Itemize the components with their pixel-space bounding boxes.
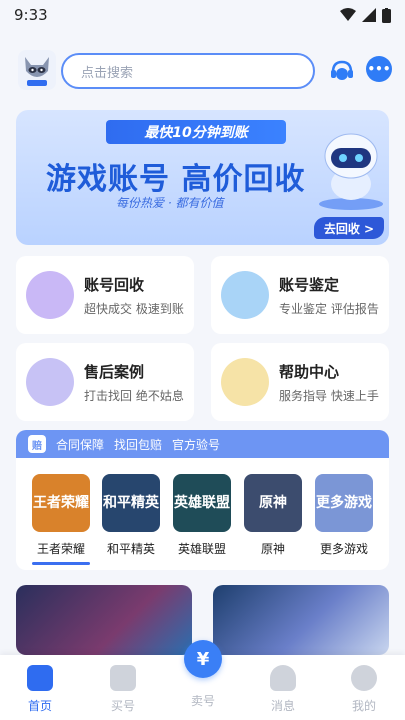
- search-placeholder: 点击搜索: [81, 65, 134, 81]
- service-subtitle: 服务指导 快速上手: [279, 389, 379, 403]
- banner-subtitle: 每份热爱 · 都有价值: [116, 196, 224, 210]
- game-tile: 和平精英: [102, 474, 160, 532]
- tab-label: 卖号: [190, 694, 215, 708]
- buy-icon: [110, 665, 136, 691]
- game-selected-indicator: [32, 562, 90, 565]
- document-check-icon: [26, 358, 74, 406]
- guarantee-item: 找回包赔: [114, 437, 163, 452]
- game-tile: 英雄联盟: [173, 474, 231, 532]
- home-icon: [27, 665, 53, 691]
- app-logo[interactable]: [18, 50, 56, 90]
- games-section: 赔 合同保障 找回包赔 官方验号 王者荣耀 王者荣耀 和平精英 和平精英 英雄联…: [16, 430, 389, 570]
- status-bar: 9:33: [0, 0, 405, 30]
- game-name: 王者荣耀: [36, 542, 85, 556]
- tab-label: 买号: [110, 699, 135, 713]
- game-tile: 王者荣耀: [32, 474, 90, 532]
- customer-service-icon[interactable]: [328, 58, 356, 86]
- chat-bubble-icon[interactable]: •••: [366, 56, 392, 82]
- status-time: 9:33: [14, 6, 48, 24]
- listing-thumbnail[interactable]: [213, 585, 389, 655]
- sell-fab-button[interactable]: ¥: [184, 640, 222, 678]
- guarantee-strip: 赔 合同保障 找回包赔 官方验号: [16, 430, 389, 458]
- game-name: 和平精英: [106, 542, 155, 556]
- game-name: 英雄联盟: [177, 542, 226, 556]
- game-item-more[interactable]: 更多游戏 更多游戏: [315, 474, 373, 557]
- service-title: 售后案例: [84, 363, 145, 381]
- star-badge-icon: [26, 271, 74, 319]
- service-subtitle: 打击找回 绝不姑息: [84, 389, 184, 403]
- service-title: 账号鉴定: [279, 276, 340, 294]
- guarantee-item: 合同保障: [56, 437, 105, 452]
- tab-label: 我的: [351, 699, 376, 713]
- wifi-icon: [340, 8, 356, 21]
- tab-messages[interactable]: 消息: [253, 663, 313, 714]
- help-folder-icon: [221, 358, 269, 406]
- service-title: 帮助中心: [279, 363, 340, 381]
- signal-icon: [362, 8, 376, 22]
- banner-title: 游戏账号 高价回收: [46, 162, 306, 197]
- tab-sell[interactable]: 卖号: [173, 692, 233, 709]
- game-item-genshin[interactable]: 原神 原神: [244, 474, 302, 557]
- service-card-help[interactable]: 帮助中心 服务指导 快速上手: [211, 343, 389, 421]
- tab-profile[interactable]: 我的: [334, 663, 394, 714]
- robot-icon: [319, 133, 383, 210]
- game-tile: 更多游戏: [315, 474, 373, 532]
- guarantee-item: 官方验号: [172, 437, 221, 452]
- go-recycle-button[interactable]: 去回收 >: [314, 217, 384, 239]
- raccoon-logo-icon: [25, 57, 49, 86]
- service-card-appraisal[interactable]: 账号鉴定 专业鉴定 评估报告: [211, 256, 389, 334]
- game-item-honor-of-kings[interactable]: 王者荣耀 王者荣耀: [32, 474, 90, 557]
- tab-buy[interactable]: 买号: [93, 663, 153, 714]
- game-tile: 原神: [244, 474, 302, 532]
- header: 点击搜索 •••: [0, 50, 405, 94]
- tab-label: 首页: [27, 699, 52, 713]
- profile-icon: [351, 665, 377, 691]
- listing-thumbnail[interactable]: [16, 585, 192, 655]
- battery-icon: [382, 7, 391, 23]
- compensation-badge-icon: 赔: [28, 435, 46, 453]
- service-card-recycle[interactable]: 账号回收 超快成交 极速到账: [16, 256, 194, 334]
- search-input[interactable]: 点击搜索: [61, 53, 315, 89]
- service-card-cases[interactable]: 售后案例 打击找回 绝不姑息: [16, 343, 194, 421]
- game-name: 更多游戏: [319, 542, 368, 556]
- service-title: 账号回收: [84, 276, 145, 294]
- tab-label: 消息: [270, 699, 295, 713]
- game-item-peace-elite[interactable]: 和平精英 和平精英: [102, 474, 160, 557]
- banner-ribbon: 最快10分钟到账: [106, 120, 286, 144]
- shield-check-icon: [221, 271, 269, 319]
- tab-home[interactable]: 首页: [10, 663, 70, 714]
- service-subtitle: 专业鉴定 评估报告: [279, 302, 379, 316]
- promo-banner[interactable]: 最快10分钟到账 游戏账号 高价回收 每份热爱 · 都有价值 去回收 >: [16, 110, 389, 245]
- game-list: 王者荣耀 王者荣耀 和平精英 和平精英 英雄联盟 英雄联盟 原神 原神 更多游戏…: [16, 458, 389, 570]
- game-item-league-of-legends[interactable]: 英雄联盟 英雄联盟: [173, 474, 231, 557]
- bell-icon: [270, 665, 296, 691]
- service-subtitle: 超快成交 极速到账: [84, 302, 184, 316]
- game-name: 原神: [260, 542, 285, 556]
